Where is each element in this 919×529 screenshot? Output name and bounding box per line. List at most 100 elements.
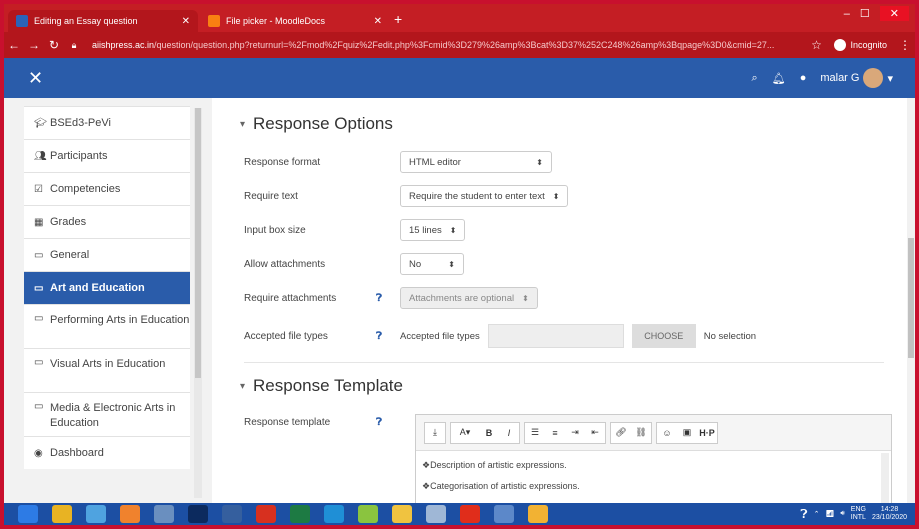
editor-content[interactable]: ❖Description of artistic expressions. ❖C… xyxy=(416,451,891,501)
input-box-size-select[interactable]: 15 lines ⬍ xyxy=(400,219,466,241)
link-icon[interactable]: 🔗︎ xyxy=(611,423,631,443)
response-options-header[interactable]: ▾ Response Options xyxy=(240,114,393,134)
search-icon[interactable]: ⌕ xyxy=(752,72,758,85)
require-text-select[interactable]: Require the student to enter text ⬍ xyxy=(400,185,569,207)
scrollbar-thumb[interactable] xyxy=(195,108,201,378)
edge-icon[interactable] xyxy=(18,505,38,523)
photoshop-icon[interactable] xyxy=(188,505,208,523)
reload-icon[interactable]: ↻ xyxy=(44,38,64,52)
window-close-icon[interactable]: ✕ xyxy=(879,6,909,21)
sidebar-item-art-and-education[interactable]: ▭ Art and Education xyxy=(24,271,190,304)
chrome-active-icon[interactable] xyxy=(528,505,548,523)
sidebar-item-course[interactable]: 🎓︎ BSEd3-PeVi xyxy=(24,106,190,139)
sidebar-item-dashboard[interactable]: ◉ Dashboard xyxy=(24,436,190,469)
tab-close-icon[interactable]: ✕ xyxy=(182,16,190,27)
window-controls: – ☐ ✕ xyxy=(844,6,909,21)
volume-icon[interactable]: 🔊︎ xyxy=(840,510,844,518)
emoji-icon[interactable]: ☺ xyxy=(657,423,677,443)
help-icon[interactable]: ❓︎ xyxy=(376,293,400,304)
image-icon[interactable]: ▣ xyxy=(677,423,697,443)
folder-icon: ▭ xyxy=(34,401,44,412)
tray-chevron-icon[interactable]: ⌃ xyxy=(814,510,820,518)
lang-code: ENG xyxy=(850,506,866,513)
template-line: ❖Description of artistic expressions. xyxy=(422,460,567,470)
file-types-picker: Accepted file types CHOOSE No selection xyxy=(400,324,756,348)
section-title: Response Template xyxy=(253,376,403,395)
tab-editing-essay[interactable]: Editing an Essay question ✕ xyxy=(8,10,198,32)
app-icon[interactable] xyxy=(358,505,378,523)
tab-title: Editing an Essay question xyxy=(34,16,138,26)
tab-close-icon[interactable]: ✕ xyxy=(374,16,382,27)
messages-icon[interactable]: ● xyxy=(800,72,807,84)
language-indicator[interactable]: ENG INTL xyxy=(851,506,866,522)
chrome-icon[interactable] xyxy=(52,505,72,523)
app-icon[interactable] xyxy=(426,505,446,523)
font-size-icon[interactable]: A▾ xyxy=(451,423,479,443)
help-icon[interactable]: ❓︎ xyxy=(800,507,807,522)
file-types-input xyxy=(487,324,624,348)
windows-taskbar: ❓︎ ⌃ 📶︎ 🔊︎ ENG INTL 14:28 23/10/2020 xyxy=(4,503,915,525)
acrobat-icon[interactable] xyxy=(256,505,276,523)
back-arrow-icon[interactable]: ← xyxy=(4,38,24,52)
sidebar-item-performing-arts[interactable]: ▭ Performing Arts in Education xyxy=(24,304,190,348)
app-icon[interactable] xyxy=(154,505,174,523)
help-icon[interactable]: ❓︎ xyxy=(376,331,400,342)
user-menu[interactable]: malar G ▾ xyxy=(820,68,893,88)
editor-scrollbar[interactable] xyxy=(881,453,889,505)
italic-icon[interactable]: I xyxy=(499,423,519,443)
sidebar-item-competencies[interactable]: ☑ Competencies xyxy=(24,172,190,205)
paint-icon[interactable] xyxy=(86,505,106,523)
sidebar-item-general[interactable]: ▭ General xyxy=(24,238,190,271)
clock[interactable]: 14:28 23/10/2020 xyxy=(872,506,907,522)
drawer-close-icon[interactable]: ✕ xyxy=(28,68,43,89)
excel-icon[interactable] xyxy=(290,505,310,523)
lock-icon[interactable]: 🔒︎ xyxy=(64,40,84,51)
network-icon[interactable]: 📶︎ xyxy=(825,510,834,518)
sidebar-item-visual-arts[interactable]: ▭ Visual Arts in Education xyxy=(24,348,190,392)
lang-layout: INTL xyxy=(850,514,866,521)
url-field[interactable]: aiishpress.ac.in/question/question.php?r… xyxy=(92,40,806,50)
tab-file-picker[interactable]: File picker - MoodleDocs ✕ xyxy=(200,10,390,32)
help-icon[interactable]: ❓︎ xyxy=(376,417,400,428)
bookmark-star-icon[interactable]: ☆ xyxy=(806,38,826,52)
forward-arrow-icon[interactable]: → xyxy=(24,38,44,52)
sidebar-item-grades[interactable]: ▦ Grades xyxy=(24,205,190,238)
minimize-icon[interactable]: – xyxy=(844,8,850,20)
outdent-icon[interactable]: ⇤ xyxy=(585,423,605,443)
chevron-down-icon: ▾ xyxy=(887,72,893,85)
browser-menu-icon[interactable]: ⋮ xyxy=(895,38,915,52)
ordered-list-icon[interactable]: ≡ xyxy=(545,423,565,443)
clock-time: 14:28 xyxy=(880,506,899,513)
template-line: ❖Categorisation of artistic expressions. xyxy=(422,481,580,491)
incognito-indicator[interactable]: Incognito xyxy=(826,39,895,51)
scrollbar-thumb[interactable] xyxy=(908,238,914,358)
response-template-header[interactable]: ▾ Response Template xyxy=(240,376,403,396)
sidebar-item-participants[interactable]: 👥︎ Participants xyxy=(24,139,190,172)
sidebar-item-media-arts[interactable]: ▭ Media & Electronic Arts in Education xyxy=(24,392,190,436)
notification-bell-icon[interactable]: 🔔︎ xyxy=(772,72,786,85)
response-template-editor[interactable]: ⤓ A▾ B I ☰ ≡ ⇥ ⇤ 🔗︎ ⛓ ☺ ▣ H·P ❖Descripti… xyxy=(415,414,892,509)
r-icon[interactable] xyxy=(222,505,242,523)
page-scrollbar[interactable] xyxy=(907,98,915,503)
response-format-select[interactable]: HTML editor ⬍ xyxy=(400,151,552,173)
maximize-icon[interactable]: ☐ xyxy=(860,7,870,20)
media-player-icon[interactable] xyxy=(324,505,344,523)
unlink-icon[interactable]: ⛓ xyxy=(631,423,651,443)
indent-icon[interactable]: ⇥ xyxy=(565,423,585,443)
new-tab-button[interactable]: + xyxy=(394,10,402,28)
field-label: Require attachments xyxy=(244,292,337,304)
bold-icon[interactable]: B xyxy=(479,423,499,443)
h5p-icon[interactable]: H·P xyxy=(697,423,717,443)
firefox-icon[interactable] xyxy=(120,505,140,523)
sidebar-item-label: Performing Arts in Education xyxy=(50,314,190,326)
incognito-label: Incognito xyxy=(850,40,887,50)
file-explorer-icon[interactable] xyxy=(392,505,412,523)
opera-icon[interactable] xyxy=(460,505,480,523)
toolbar-toggle-icon[interactable]: ⤓ xyxy=(425,423,445,443)
sidebar-scrollbar[interactable] xyxy=(194,108,202,498)
unordered-list-icon[interactable]: ☰ xyxy=(525,423,545,443)
app-icon[interactable] xyxy=(494,505,514,523)
allow-attachments-select[interactable]: No ⬍ xyxy=(400,253,464,275)
response-format-row: Response format HTML editor ⬍ xyxy=(244,150,844,174)
editor-toolbar: ⤓ A▾ B I ☰ ≡ ⇥ ⇤ 🔗︎ ⛓ ☺ ▣ H·P xyxy=(416,415,891,451)
